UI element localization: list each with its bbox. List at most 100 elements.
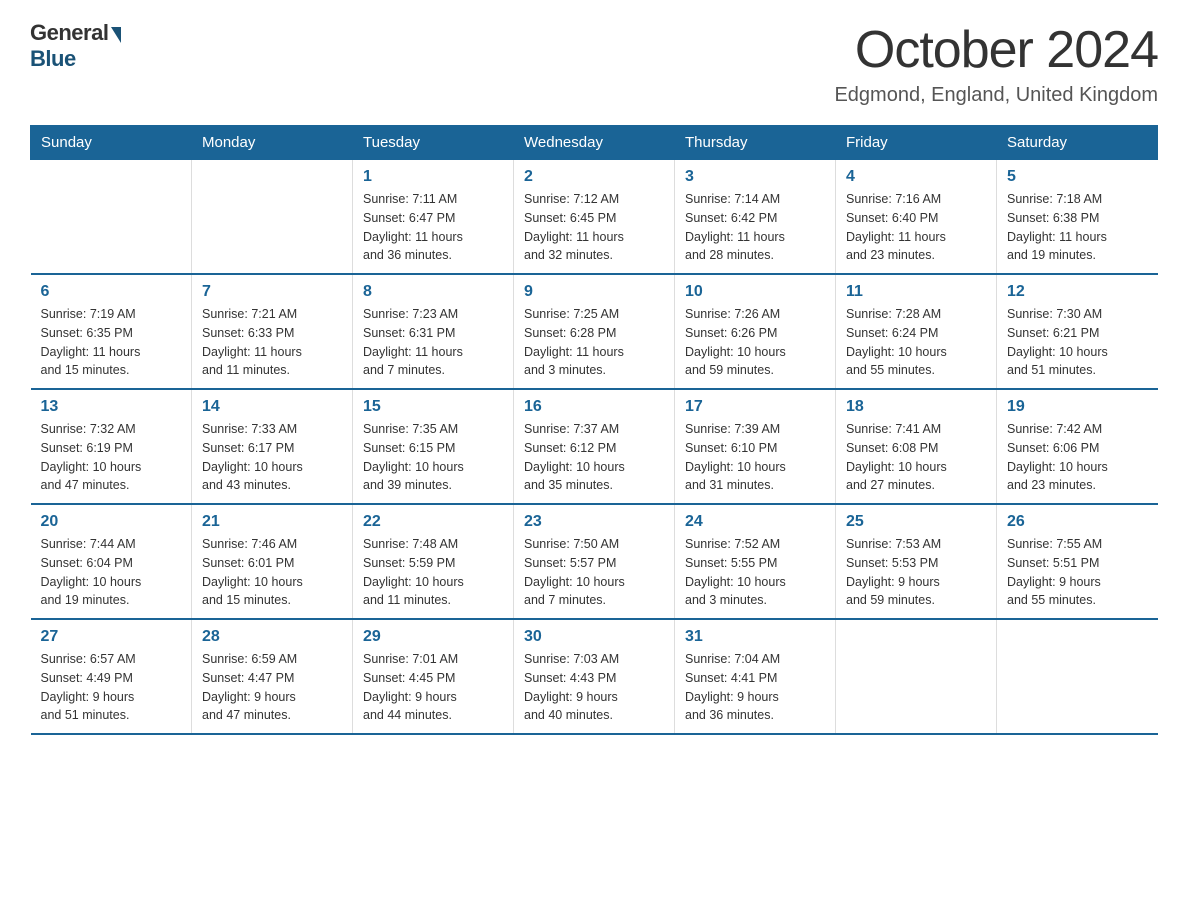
day-number: 3 xyxy=(685,168,825,186)
calendar-cell: 9Sunrise: 7:25 AM Sunset: 6:28 PM Daylig… xyxy=(514,274,675,389)
day-number: 17 xyxy=(685,398,825,416)
calendar-cell: 20 Sunrise: 7:44 AM Sunset: 6:04 PM Dayli… xyxy=(31,504,192,619)
day-number: 7 xyxy=(202,283,342,301)
day-info: Sunrise: 7:46 AM Sunset: 6:01 PM Dayligh… xyxy=(202,535,342,610)
day-number: 13 xyxy=(41,398,182,416)
calendar-cell: 22 Sunrise: 7:48 AM Sunset: 5:59 PM Dayli… xyxy=(353,504,514,619)
calendar-cell xyxy=(836,619,997,734)
calendar-cell xyxy=(192,160,353,275)
day-number: 4 xyxy=(846,168,986,186)
day-number: 6 xyxy=(41,283,182,301)
day-info: Sunrise: 7:30 AM Sunset: 6:21 PM Dayligh… xyxy=(1007,305,1148,380)
calendar-table: SundayMondayTuesdayWednesdayThursdayFrid… xyxy=(30,125,1158,735)
day-info: Sunrise: 6:59 AM Sunset: 4:47 PM Dayligh… xyxy=(202,650,342,725)
day-number: 27 xyxy=(41,628,182,646)
day-number: 1 xyxy=(363,168,503,186)
calendar-cell: 31Sunrise: 7:04 AM Sunset: 4:41 PM Dayli… xyxy=(675,619,836,734)
day-number: 2 xyxy=(524,168,664,186)
calendar-cell: 27 Sunrise: 6:57 AM Sunset: 4:49 PM Dayli… xyxy=(31,619,192,734)
day-number: 16 xyxy=(524,398,664,416)
day-info: Sunrise: 7:26 AM Sunset: 6:26 PM Dayligh… xyxy=(685,305,825,380)
title-section: October 2024 Edgmond, England, United Ki… xyxy=(834,20,1158,107)
calendar-header-wednesday: Wednesday xyxy=(514,126,675,160)
day-number: 12 xyxy=(1007,283,1148,301)
logo-blue-text: Blue xyxy=(30,46,76,72)
day-number: 26 xyxy=(1007,513,1148,531)
logo: General Blue xyxy=(30,20,121,72)
day-number: 28 xyxy=(202,628,342,646)
day-info: Sunrise: 7:41 AM Sunset: 6:08 PM Dayligh… xyxy=(846,420,986,495)
day-info: Sunrise: 7:23 AM Sunset: 6:31 PM Dayligh… xyxy=(363,305,503,380)
calendar-cell: 21 Sunrise: 7:46 AM Sunset: 6:01 PM Dayli… xyxy=(192,504,353,619)
day-info: Sunrise: 7:39 AM Sunset: 6:10 PM Dayligh… xyxy=(685,420,825,495)
calendar-header-thursday: Thursday xyxy=(675,126,836,160)
calendar-cell: 11 Sunrise: 7:28 AM Sunset: 6:24 PM Dayli… xyxy=(836,274,997,389)
day-number: 10 xyxy=(685,283,825,301)
calendar-cell: 28 Sunrise: 6:59 AM Sunset: 4:47 PM Dayli… xyxy=(192,619,353,734)
calendar-cell: 16 Sunrise: 7:37 AM Sunset: 6:12 PM Dayli… xyxy=(514,389,675,504)
calendar-week-row: 27 Sunrise: 6:57 AM Sunset: 4:49 PM Dayli… xyxy=(31,619,1158,734)
calendar-cell: 25Sunrise: 7:53 AM Sunset: 5:53 PM Dayli… xyxy=(836,504,997,619)
day-number: 20 xyxy=(41,513,182,531)
day-number: 23 xyxy=(524,513,664,531)
month-title: October 2024 xyxy=(834,20,1158,80)
day-number: 5 xyxy=(1007,168,1148,186)
calendar-cell: 18 Sunrise: 7:41 AM Sunset: 6:08 PM Dayli… xyxy=(836,389,997,504)
day-info: Sunrise: 7:52 AM Sunset: 5:55 PM Dayligh… xyxy=(685,535,825,610)
day-info: Sunrise: 6:57 AM Sunset: 4:49 PM Dayligh… xyxy=(41,650,182,725)
calendar-cell: 7Sunrise: 7:21 AM Sunset: 6:33 PM Daylig… xyxy=(192,274,353,389)
calendar-cell: 30Sunrise: 7:03 AM Sunset: 4:43 PM Dayli… xyxy=(514,619,675,734)
day-info: Sunrise: 7:03 AM Sunset: 4:43 PM Dayligh… xyxy=(524,650,664,725)
day-info: Sunrise: 7:48 AM Sunset: 5:59 PM Dayligh… xyxy=(363,535,503,610)
calendar-cell: 24 Sunrise: 7:52 AM Sunset: 5:55 PM Dayli… xyxy=(675,504,836,619)
day-info: Sunrise: 7:50 AM Sunset: 5:57 PM Dayligh… xyxy=(524,535,664,610)
calendar-cell: 8 Sunrise: 7:23 AM Sunset: 6:31 PM Daylig… xyxy=(353,274,514,389)
calendar-week-row: 1 Sunrise: 7:11 AM Sunset: 6:47 PM Daylig… xyxy=(31,160,1158,275)
calendar-cell: 5Sunrise: 7:18 AM Sunset: 6:38 PM Daylig… xyxy=(997,160,1158,275)
day-number: 8 xyxy=(363,283,503,301)
day-info: Sunrise: 7:16 AM Sunset: 6:40 PM Dayligh… xyxy=(846,190,986,265)
day-number: 21 xyxy=(202,513,342,531)
day-info: Sunrise: 7:28 AM Sunset: 6:24 PM Dayligh… xyxy=(846,305,986,380)
day-info: Sunrise: 7:01 AM Sunset: 4:45 PM Dayligh… xyxy=(363,650,503,725)
day-info: Sunrise: 7:37 AM Sunset: 6:12 PM Dayligh… xyxy=(524,420,664,495)
day-number: 31 xyxy=(685,628,825,646)
day-info: Sunrise: 7:33 AM Sunset: 6:17 PM Dayligh… xyxy=(202,420,342,495)
day-number: 11 xyxy=(846,283,986,301)
day-info: Sunrise: 7:11 AM Sunset: 6:47 PM Dayligh… xyxy=(363,190,503,265)
calendar-header-friday: Friday xyxy=(836,126,997,160)
calendar-header-monday: Monday xyxy=(192,126,353,160)
calendar-cell: 23 Sunrise: 7:50 AM Sunset: 5:57 PM Dayli… xyxy=(514,504,675,619)
day-number: 15 xyxy=(363,398,503,416)
calendar-cell: 29 Sunrise: 7:01 AM Sunset: 4:45 PM Dayli… xyxy=(353,619,514,734)
calendar-cell: 2Sunrise: 7:12 AM Sunset: 6:45 PM Daylig… xyxy=(514,160,675,275)
calendar-cell xyxy=(31,160,192,275)
calendar-week-row: 20 Sunrise: 7:44 AM Sunset: 6:04 PM Dayli… xyxy=(31,504,1158,619)
calendar-cell: 14Sunrise: 7:33 AM Sunset: 6:17 PM Dayli… xyxy=(192,389,353,504)
page-header: General Blue October 2024 Edgmond, Engla… xyxy=(30,20,1158,107)
day-number: 18 xyxy=(846,398,986,416)
calendar-cell: 6Sunrise: 7:19 AM Sunset: 6:35 PM Daylig… xyxy=(31,274,192,389)
logo-triangle-icon xyxy=(111,27,121,43)
calendar-cell: 12 Sunrise: 7:30 AM Sunset: 6:21 PM Dayli… xyxy=(997,274,1158,389)
calendar-week-row: 13 Sunrise: 7:32 AM Sunset: 6:19 PM Dayli… xyxy=(31,389,1158,504)
day-info: Sunrise: 7:55 AM Sunset: 5:51 PM Dayligh… xyxy=(1007,535,1148,610)
calendar-cell: 19Sunrise: 7:42 AM Sunset: 6:06 PM Dayli… xyxy=(997,389,1158,504)
day-number: 22 xyxy=(363,513,503,531)
day-info: Sunrise: 7:53 AM Sunset: 5:53 PM Dayligh… xyxy=(846,535,986,610)
calendar-header-sunday: Sunday xyxy=(31,126,192,160)
day-info: Sunrise: 7:32 AM Sunset: 6:19 PM Dayligh… xyxy=(41,420,182,495)
day-number: 29 xyxy=(363,628,503,646)
day-info: Sunrise: 7:44 AM Sunset: 6:04 PM Dayligh… xyxy=(41,535,182,610)
calendar-header-row: SundayMondayTuesdayWednesdayThursdayFrid… xyxy=(31,126,1158,160)
calendar-header-tuesday: Tuesday xyxy=(353,126,514,160)
calendar-cell: 13 Sunrise: 7:32 AM Sunset: 6:19 PM Dayli… xyxy=(31,389,192,504)
calendar-cell: 17 Sunrise: 7:39 AM Sunset: 6:10 PM Dayli… xyxy=(675,389,836,504)
day-info: Sunrise: 7:25 AM Sunset: 6:28 PM Dayligh… xyxy=(524,305,664,380)
calendar-cell: 15Sunrise: 7:35 AM Sunset: 6:15 PM Dayli… xyxy=(353,389,514,504)
day-number: 24 xyxy=(685,513,825,531)
calendar-cell xyxy=(997,619,1158,734)
day-info: Sunrise: 7:14 AM Sunset: 6:42 PM Dayligh… xyxy=(685,190,825,265)
calendar-cell: 10 Sunrise: 7:26 AM Sunset: 6:26 PM Dayli… xyxy=(675,274,836,389)
calendar-header-saturday: Saturday xyxy=(997,126,1158,160)
